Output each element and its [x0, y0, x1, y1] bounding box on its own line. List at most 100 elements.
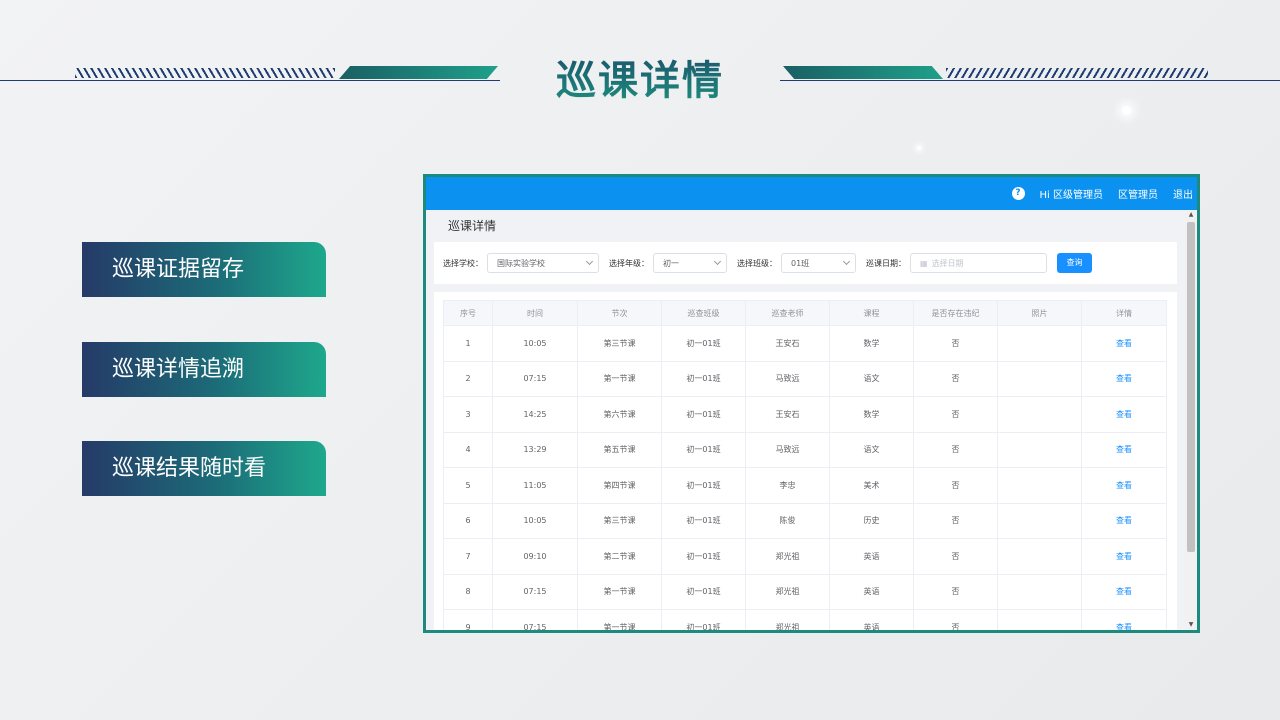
column-header: 详情 [1081, 300, 1167, 326]
photo-cell [997, 538, 1082, 575]
class-label: 选择班级： [737, 258, 777, 268]
table-cell: 陈俊 [745, 502, 830, 539]
view-detail-link[interactable]: 查看 [1081, 360, 1167, 397]
date-picker-input[interactable]: ▦ 选择日期 [910, 253, 1047, 273]
header-bar-left [339, 66, 498, 79]
grade-select[interactable]: 初一 [653, 253, 727, 273]
table-cell: 郑光祖 [745, 538, 830, 575]
table-row: 2 07:15 第一节课 初一01班 马致远 语文否 查看 [443, 360, 1167, 397]
table-cell: 07:15 [492, 609, 578, 630]
table-cell: 4 [443, 431, 493, 468]
feature-card-evidence: 巡课证据留存 [82, 242, 326, 297]
photo-cell [997, 502, 1082, 539]
table-cell: 10:05 [492, 325, 578, 362]
table-cell: 初一01班 [661, 538, 746, 575]
table-cell: 否 [913, 396, 998, 433]
table-cell: 5 [443, 467, 493, 504]
table-row: 7 09:10 第二节课 初一01班 郑光祖 英语否 查看 [443, 538, 1167, 575]
table-cell: 英语 [829, 573, 914, 610]
app-topbar: ? Hi 区级管理员 区管理员 退出 [426, 177, 1197, 210]
calendar-icon: ▦ [920, 258, 928, 268]
column-header: 是否存在违纪 [913, 300, 998, 326]
table-row: 5 11:05 第四节课 初一01班 李忠 美术否 查看 [443, 467, 1167, 504]
column-header: 序号 [443, 300, 493, 326]
table-cell: 郑光祖 [745, 609, 830, 630]
role-menu[interactable]: 区管理员 [1118, 186, 1158, 201]
column-header: 巡查班级 [661, 300, 746, 326]
table-cell: 历史 [829, 502, 914, 539]
table-row: 3 14:25 第六节课 初一01班 王安石 数学否 查看 [443, 396, 1167, 433]
table-cell: 第六节课 [577, 396, 662, 433]
scrollbar-thumb[interactable] [1187, 222, 1195, 552]
grade-label: 选择年级： [609, 258, 649, 268]
table-row: 6 10:05 第三节课 初一01班 陈俊 历史否 查看 [443, 502, 1167, 539]
table-cell: 马致远 [745, 431, 830, 468]
help-icon[interactable]: ? [1011, 187, 1025, 200]
table-cell: 第三节课 [577, 325, 662, 362]
table-cell: 第一节课 [577, 573, 662, 610]
logout-link[interactable]: 退出 [1173, 186, 1193, 201]
scroll-up-arrow-icon[interactable]: ▲ [1185, 210, 1197, 220]
table-cell: 第三节课 [577, 502, 662, 539]
date-label: 巡课日期： [866, 258, 906, 268]
query-button[interactable]: 查询 [1057, 253, 1092, 273]
table-cell: 马致远 [745, 360, 830, 397]
chevron-down-icon [713, 257, 722, 266]
table-cell: 美术 [829, 467, 914, 504]
feature-card-traceback: 巡课详情追溯 [82, 342, 326, 397]
table-cell: 8 [443, 573, 493, 610]
view-detail-link[interactable]: 查看 [1081, 467, 1167, 504]
table-cell: 9 [443, 609, 493, 630]
school-label: 选择学校： [443, 258, 483, 268]
header-line-right [780, 80, 1280, 81]
view-detail-link[interactable]: 查看 [1081, 431, 1167, 468]
table-cell: 初一01班 [661, 502, 746, 539]
class-select[interactable]: 01班 [781, 253, 856, 273]
view-detail-link[interactable]: 查看 [1081, 538, 1167, 575]
table-cell: 王安石 [745, 396, 830, 433]
date-placeholder: 选择日期 [931, 258, 964, 268]
scrollbar[interactable]: ▲ ▼ [1185, 210, 1197, 630]
table-cell: 初一01班 [661, 609, 746, 630]
view-detail-link[interactable]: 查看 [1081, 325, 1167, 362]
table-row: 4 13:29 第五节课 初一01班 马致远 语文否 查看 [443, 431, 1167, 468]
table-cell: 07:15 [492, 360, 578, 397]
table-cell: 郑光祖 [745, 573, 830, 610]
scroll-down-arrow-icon[interactable]: ▼ [1185, 620, 1197, 630]
photo-cell [997, 467, 1082, 504]
view-detail-link[interactable]: 查看 [1081, 396, 1167, 433]
table-cell: 初一01班 [661, 573, 746, 610]
view-detail-link[interactable]: 查看 [1081, 502, 1167, 539]
table-cell: 07:15 [492, 573, 578, 610]
column-header: 照片 [997, 300, 1082, 326]
photo-cell [997, 573, 1082, 610]
table-cell: 否 [913, 360, 998, 397]
view-detail-link[interactable]: 查看 [1081, 609, 1167, 630]
table-cell: 1 [443, 325, 493, 362]
table-cell: 第一节课 [577, 360, 662, 397]
user-greeting: Hi 区级管理员 [1039, 190, 1103, 201]
table-cell: 语文 [829, 360, 914, 397]
inspection-table: 序号 时间 节次 巡查班级 巡查老师 课程 是否存在违纪 照片 详情 1 10:05 第三节课 初一0… [443, 300, 1167, 630]
view-detail-link[interactable]: 查看 [1081, 573, 1167, 610]
table-cell: 10:05 [492, 502, 578, 539]
photo-cell [997, 360, 1082, 397]
section-title: 巡课详情 [434, 210, 1177, 242]
photo-cell [997, 396, 1082, 433]
class-select-value: 01班 [791, 258, 810, 268]
table-cell: 第五节课 [577, 431, 662, 468]
school-select[interactable]: 国际实验学校 [487, 253, 599, 273]
chevron-down-icon [842, 257, 851, 266]
table-cell: 11:05 [492, 467, 578, 504]
table-cell: 否 [913, 538, 998, 575]
table-cell: 初一01班 [661, 325, 746, 362]
table-cell: 2 [443, 360, 493, 397]
table-cell: 否 [913, 325, 998, 362]
grade-select-value: 初一 [663, 258, 679, 268]
table-cell: 语文 [829, 431, 914, 468]
photo-cell [997, 609, 1082, 630]
table-row: 9 07:15 第一节课 初一01班 郑光祖 英语否 查看 [443, 609, 1167, 630]
header-line-left [0, 80, 500, 81]
table-cell: 初一01班 [661, 467, 746, 504]
table-cell: 否 [913, 431, 998, 468]
